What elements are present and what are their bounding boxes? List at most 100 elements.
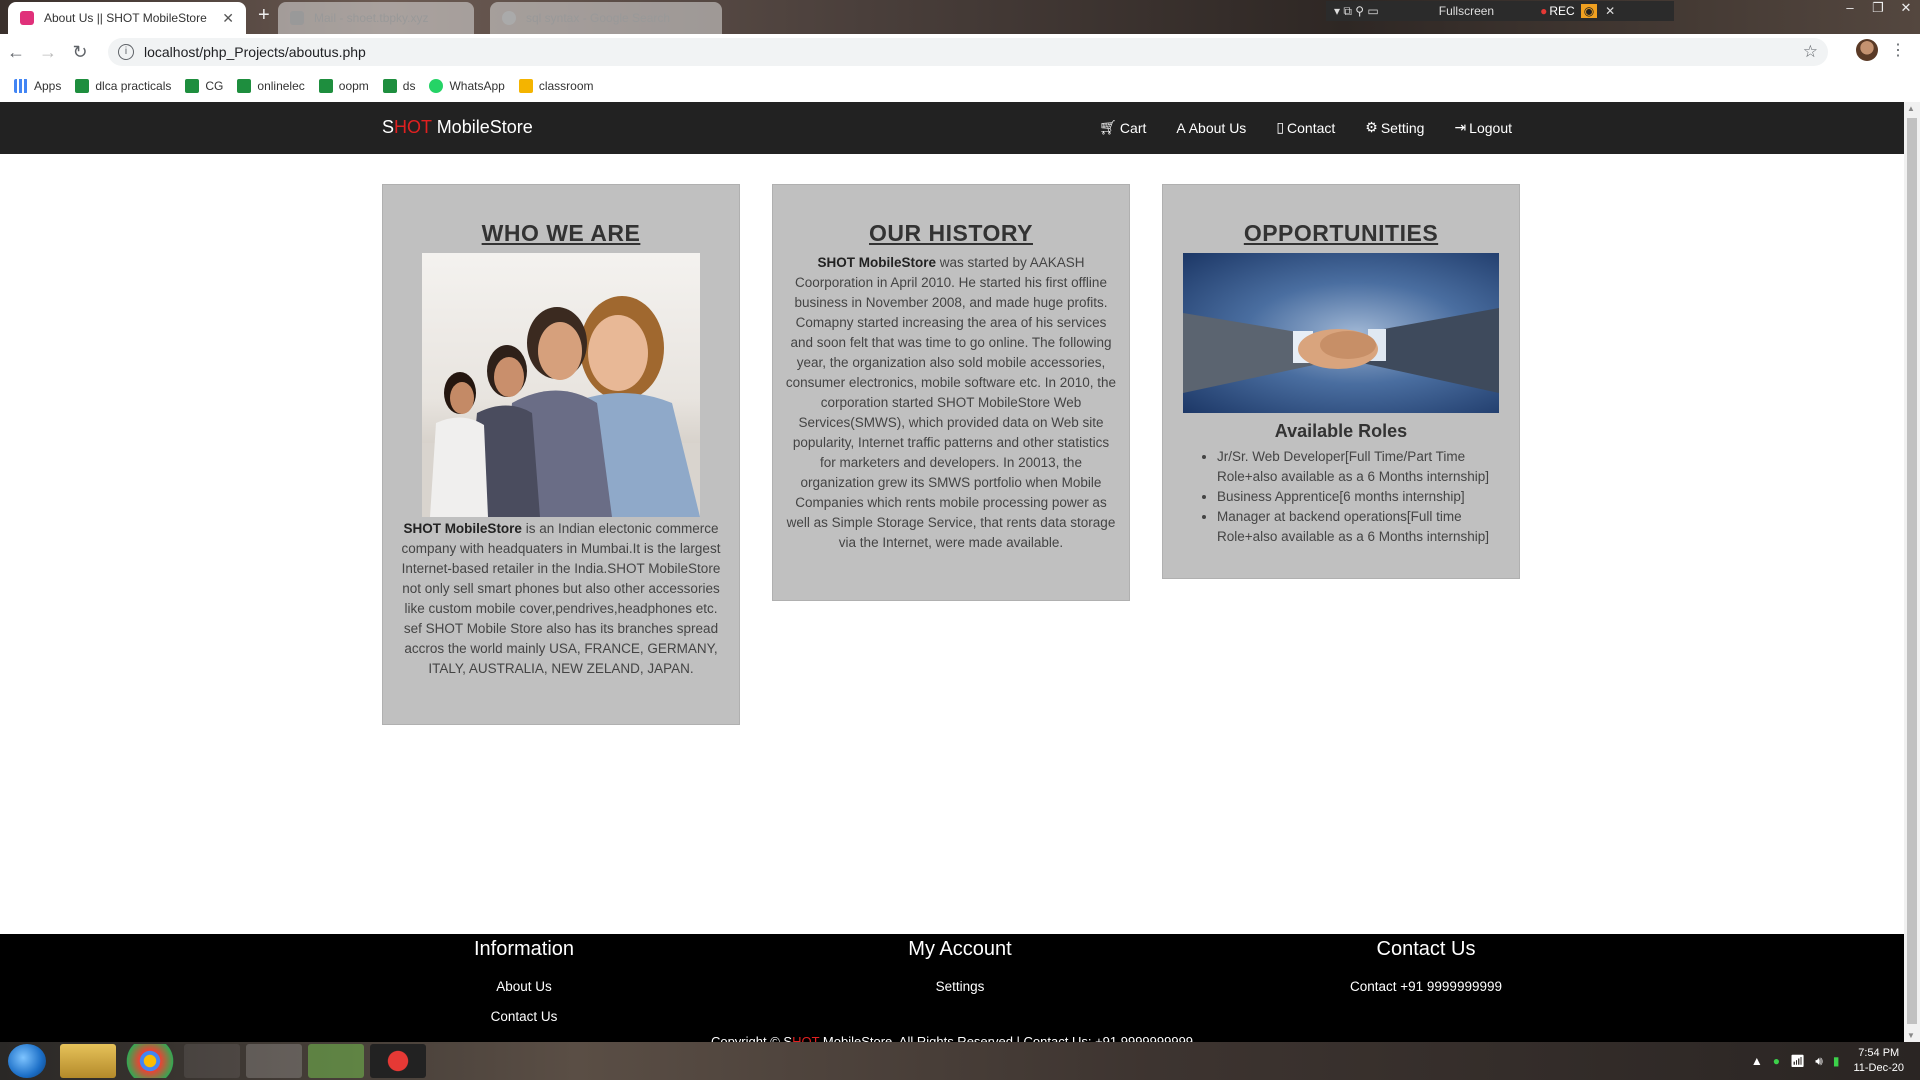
volume-app-icon[interactable] — [184, 1044, 240, 1078]
bookmark-apps[interactable]: Apps — [14, 79, 61, 93]
who-bold: SHOT MobileStore — [403, 521, 522, 536]
bookmark-oopm[interactable]: oopm — [318, 79, 369, 93]
close-window-icon[interactable]: ✕ — [1892, 0, 1920, 20]
bookmark-label: CG — [205, 79, 224, 93]
scroll-down-icon[interactable]: ▼ — [1907, 1031, 1915, 1040]
nav-logout[interactable]: ⇥ Logout — [1454, 119, 1512, 136]
roles-list: Jr/Sr. Web Developer[Full Time/Part Time… — [1201, 447, 1503, 547]
footer-information: Information About Us Contact Us — [424, 936, 624, 1032]
history-bold: SHOT MobileStore — [817, 255, 936, 270]
browser-tabstrip: About Us || SHOT MobileStore ✕ + Mail - … — [0, 0, 1920, 34]
list-item: Jr/Sr. Web Developer[Full Time/Part Time… — [1217, 447, 1503, 487]
nav-setting[interactable]: ⚙ Setting — [1365, 119, 1424, 136]
bookmark-dlca-practicals[interactable]: dlca practicals — [75, 79, 171, 93]
tab-title: About Us || SHOT MobileStore — [44, 11, 207, 25]
bookmark-ds[interactable]: ds — [382, 79, 415, 93]
roles-title: Available Roles — [1274, 421, 1408, 441]
footer-heading: Contact Us — [1376, 938, 1476, 960]
spreadsheet-icon[interactable] — [308, 1044, 364, 1078]
footer-link-settings[interactable]: Settings — [860, 972, 1060, 1002]
google-favicon-icon — [502, 11, 516, 25]
tray-expand-icon[interactable]: ▲ — [1751, 1054, 1763, 1068]
battery-icon[interactable]: ▮ — [1833, 1054, 1840, 1068]
nav-cart[interactable]: 🛒︎ Cart — [1099, 119, 1146, 136]
screen-recorder-bar: ▾ ⧉ ⚲ ▭ Fullscreen REC ◉ ✕ — [1326, 1, 1674, 21]
scroll-up-icon[interactable]: ▲ — [1907, 104, 1915, 113]
bookmark-onlinelec[interactable]: onlinelec — [237, 79, 305, 93]
recorder-close-icon[interactable]: ✕ — [1605, 4, 1615, 18]
bookmark-label: dlca practicals — [95, 79, 172, 93]
fullscreen-label[interactable]: Fullscreen — [1439, 4, 1494, 18]
browser-menu-icon[interactable]: ⋮ — [1890, 40, 1906, 60]
dropdown-icon[interactable]: ▾ ⧉ ⚲ ▭ — [1334, 4, 1379, 19]
bookmark-label: classroom — [538, 79, 594, 93]
page-scrollbar[interactable]: ▲ ▼ — [1904, 102, 1920, 1042]
copyright-post: MobileStore. All Rights Reserved | Conta… — [819, 1034, 1194, 1042]
bookmark-whatsapp[interactable]: WhatsApp — [429, 79, 505, 93]
nav-label: Cart — [1119, 119, 1147, 136]
meet-icon — [75, 79, 90, 93]
tab-close-icon[interactable]: ✕ — [222, 10, 234, 27]
bookmark-label: oopm — [338, 79, 369, 93]
site-favicon-icon — [20, 11, 34, 25]
footer-my-account: My Account Settings — [860, 936, 1060, 1002]
bookmark-label: WhatsApp — [449, 79, 505, 93]
footer-contact-us: Contact Us Contact +91 9999999999 — [1326, 936, 1526, 1002]
start-button[interactable] — [8, 1044, 46, 1078]
list-item: Manager at backend operations[Full time … — [1217, 507, 1503, 547]
meet-icon — [382, 79, 397, 93]
footer-link-about-us[interactable]: About Us — [424, 972, 624, 1002]
forward-icon[interactable]: → — [32, 42, 64, 63]
footer-link-contact-us[interactable]: Contact Us — [424, 1002, 624, 1032]
camera-icon[interactable]: ◉ — [1580, 4, 1598, 18]
who-text2: sef SHOT Mobile Store also has its branc… — [403, 621, 719, 676]
url-text[interactable]: localhost/php_Projects/aboutus.php — [144, 44, 366, 60]
card-title: OPPORTUNITIES — [1243, 220, 1439, 246]
tab-title: sql syntax - Google Search — [526, 11, 671, 25]
recorder-app-icon[interactable] — [370, 1044, 426, 1078]
footer-contact-phone[interactable]: Contact +91 9999999999 — [1326, 972, 1526, 1002]
phone-icon: ▯ — [1276, 119, 1285, 135]
bookmark-cg[interactable]: CG — [185, 79, 223, 93]
nav-contact[interactable]: ▯ Contact — [1276, 119, 1335, 136]
rec-indicator[interactable]: REC — [1540, 4, 1574, 18]
nav-label: Logout — [1469, 119, 1512, 136]
address-bar[interactable]: i localhost/php_Projects/aboutus.php ☆ — [108, 38, 1828, 66]
chrome-active-icon[interactable] — [246, 1044, 302, 1078]
logout-icon: ⇥ — [1454, 119, 1467, 135]
file-explorer-icon[interactable] — [60, 1044, 116, 1078]
minimize-icon[interactable]: – — [1836, 0, 1864, 20]
network-icon[interactable]: 📶︎ — [1790, 1054, 1805, 1068]
cart-icon: 🛒︎ — [1099, 119, 1117, 135]
clock[interactable]: 7:54 PM 11-Dec-20 — [1853, 1046, 1904, 1076]
nav-links: 🛒︎ Cart A About Us ▯ Contact ⚙ Setting ⇥ Logo… — [1069, 119, 1512, 136]
tab-google-search[interactable]: sql syntax - Google Search — [490, 2, 722, 34]
tab-about-us[interactable]: About Us || SHOT MobileStore ✕ — [8, 2, 246, 34]
brand-name: MobileStore — [431, 117, 533, 137]
back-icon[interactable]: ← — [0, 42, 32, 63]
nav-label: Contact — [1287, 119, 1336, 136]
opportunities-card: OPPORTUNITIES Available Roles Jr/Sr. Web… — [1162, 184, 1520, 579]
reload-icon[interactable]: ↻ — [64, 42, 96, 63]
footer-heading: Information — [473, 938, 575, 960]
tab-title: Mail - shoet.tbpky.xyz — [314, 11, 429, 25]
browser-toolbar: ← → ↻ i localhost/php_Projects/aboutus.p… — [0, 34, 1920, 70]
info-icon[interactable]: i — [118, 44, 134, 60]
new-tab-icon[interactable]: + — [258, 4, 270, 27]
scroll-thumb[interactable] — [1907, 118, 1917, 1024]
maximize-icon[interactable]: ❐ — [1864, 0, 1892, 20]
students-photo — [422, 253, 700, 517]
chrome-icon[interactable] — [122, 1044, 178, 1078]
who-we-are-card: WHO WE ARE SHOT MobileStore is an Indian… — [382, 184, 740, 725]
bookmark-star-icon[interactable]: ☆ — [1803, 42, 1818, 62]
tab-mail[interactable]: Mail - shoet.tbpky.xyz — [278, 2, 474, 34]
meet-icon — [185, 79, 200, 93]
site-footer: Information About Us Contact Us My Accou… — [0, 934, 1904, 1042]
speaker-icon[interactable]: 🔊︎ — [1815, 1054, 1823, 1069]
nav-about-us[interactable]: A About Us — [1176, 119, 1246, 136]
brand-logo[interactable]: SHOT MobileStore — [382, 117, 533, 138]
bookmark-classroom[interactable]: classroom — [518, 79, 594, 93]
bookmark-label: Apps — [34, 79, 62, 93]
profile-avatar[interactable] — [1856, 39, 1878, 61]
tray-status-icon[interactable]: ● — [1773, 1054, 1780, 1068]
